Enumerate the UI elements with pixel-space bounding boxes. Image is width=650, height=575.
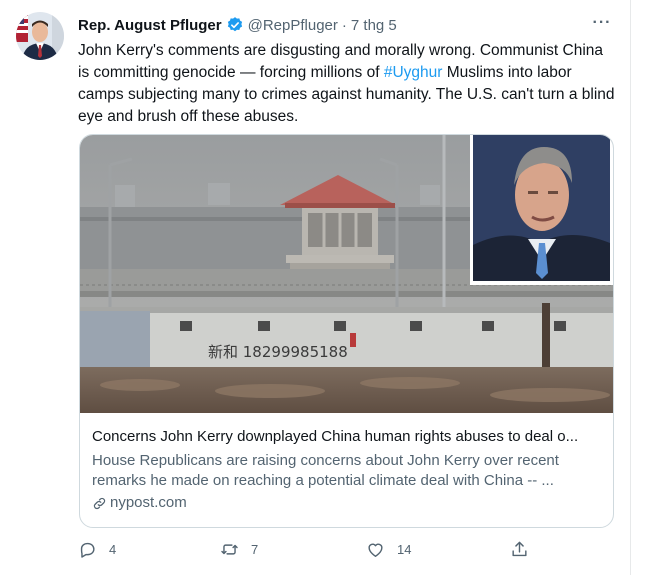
like-count: 14 — [397, 542, 412, 557]
card-description: House Republicans are raising concerns a… — [92, 452, 559, 489]
retweet-count: 7 — [251, 542, 259, 557]
author-handle[interactable]: @RepPfluger — [248, 17, 338, 34]
card-domain[interactable]: nypost.com — [92, 493, 602, 513]
more-options-icon[interactable]: ··· — [591, 14, 613, 34]
reply-button[interactable]: 4 — [78, 540, 116, 559]
share-icon — [512, 541, 527, 557]
tweet-text: John Kerry's comments are disgusting and… — [78, 40, 618, 128]
author-name[interactable]: Rep. August Pfluger — [78, 17, 222, 34]
retweet-button[interactable]: 7 — [220, 540, 258, 559]
wall-writing: 新和 18299985188 — [208, 343, 348, 361]
timeline-divider — [630, 0, 631, 575]
retweet-icon — [221, 544, 238, 555]
tweet-actions: 4 7 14 — [78, 540, 538, 564]
verified-badge-icon — [226, 16, 244, 34]
link-icon — [93, 497, 106, 509]
reply-icon — [80, 542, 95, 558]
inset-portrait — [470, 135, 613, 285]
avatar[interactable] — [16, 12, 64, 60]
tweet-timestamp[interactable]: 7 thg 5 — [351, 17, 397, 34]
reply-count: 4 — [109, 542, 117, 557]
card-image: 新和 18299985188 — [80, 135, 613, 413]
link-preview-card[interactable]: 新和 18299985188 Concerns John Kerry downp… — [79, 134, 614, 528]
separator-dot: · — [341, 16, 347, 34]
card-title[interactable]: Concerns John Kerry downplayed China hum… — [92, 427, 602, 447]
share-button[interactable] — [510, 540, 529, 559]
like-button[interactable]: 14 — [366, 540, 411, 559]
heart-icon — [368, 543, 383, 557]
tweet-header: Rep. August Pfluger @RepPfluger · 7 thg … — [78, 14, 397, 36]
card-text: Concerns John Kerry downplayed China hum… — [92, 427, 602, 513]
hashtag-link[interactable]: #Uyghur — [384, 64, 443, 81]
card-domain-label: nypost.com — [110, 494, 187, 511]
